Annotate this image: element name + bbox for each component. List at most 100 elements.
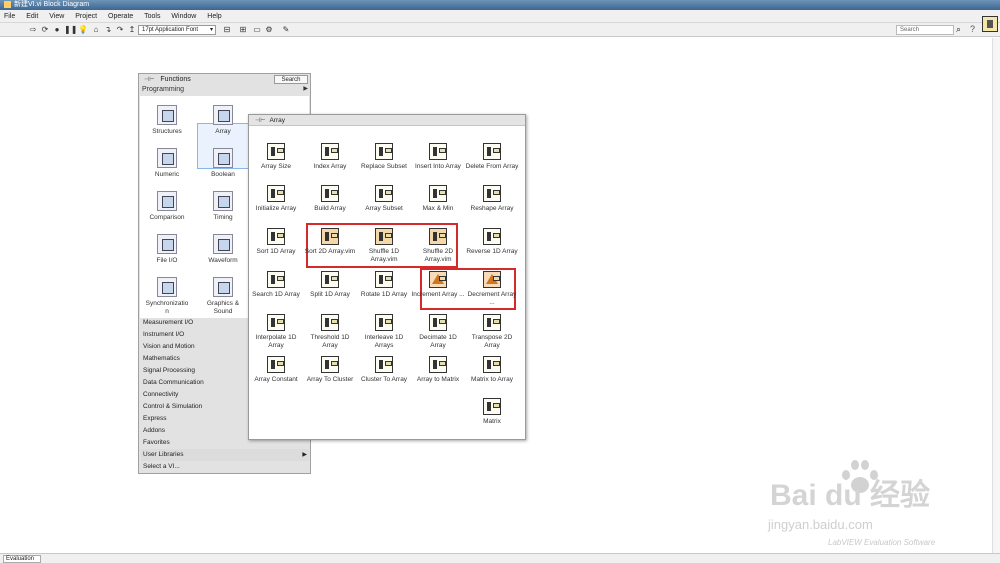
fn-insert-into-array[interactable]: Insert Into Array <box>411 143 465 171</box>
fn-array-constant[interactable]: Array Constant <box>249 356 303 384</box>
interleave-1d-arrays-icon <box>375 314 393 331</box>
menu-help[interactable]: Help <box>207 13 221 20</box>
fn-label: Transpose 2D Array <box>471 334 513 349</box>
palette-timing[interactable]: Timing <box>201 191 245 222</box>
fn-index-array[interactable]: Index Array <box>303 143 357 171</box>
menu-tools[interactable]: Tools <box>144 13 160 20</box>
palette-graphics-sound[interactable]: Graphics & Sound <box>201 277 245 316</box>
fn-threshold-1d-array[interactable]: Threshold 1D Array <box>303 314 357 350</box>
menu-operate[interactable]: Operate <box>108 13 133 20</box>
category-programming[interactable]: Programming ▶ <box>139 85 310 94</box>
resize-objects-icon[interactable]: ▭ <box>252 25 262 35</box>
fn-sort-2d-array[interactable]: Sort 2D Array.vim <box>303 228 357 256</box>
menu-edit[interactable]: Edit <box>26 13 38 20</box>
fn-interleave-1d-arrays[interactable]: Interleave 1D Arrays <box>357 314 411 350</box>
step-into-icon[interactable]: ↴ <box>103 25 113 35</box>
fn-decrement-array[interactable]: Decrement Array ... <box>465 271 519 307</box>
fn-matrix-to-array[interactable]: Matrix to Array <box>465 356 519 384</box>
evaluation-badge: Evaluation <box>3 555 41 563</box>
fn-shuffle-1d-array[interactable]: Shuffle 1D Array.vim <box>357 228 411 264</box>
fn-reverse-1d-array[interactable]: Reverse 1D Array <box>465 228 519 256</box>
fn-reshape-array[interactable]: Reshape Array <box>465 185 519 213</box>
distribute-objects-icon[interactable]: ⊞ <box>238 25 248 35</box>
palette-synchronization[interactable]: Synchronizatio n <box>145 277 189 316</box>
run-continuously-icon[interactable]: ⟳ <box>40 25 50 35</box>
clean-up-diagram-icon[interactable]: ✎ <box>281 25 291 35</box>
fn-label: Array Subset <box>365 205 403 212</box>
fn-increment-array[interactable]: Increment Array ... <box>411 271 465 299</box>
align-objects-icon[interactable]: ⊟ <box>222 25 232 35</box>
retain-wire-values-icon[interactable]: ⌂ <box>91 25 101 35</box>
fn-label: Matrix <box>483 418 501 425</box>
fn-interpolate-1d-array[interactable]: Interpolate 1D Array <box>249 314 303 350</box>
list-item[interactable]: User Libraries ▶ <box>141 449 309 461</box>
fn-delete-from-array[interactable]: Delete From Array <box>465 143 519 171</box>
array-subpalette-header[interactable]: ⊣⊢ Array <box>249 115 525 126</box>
vertical-scrollbar[interactable] <box>992 38 1000 553</box>
numeric-icon <box>157 148 177 168</box>
fn-replace-subset[interactable]: Replace Subset <box>357 143 411 171</box>
waveform-icon <box>213 234 233 254</box>
boolean-icon <box>213 148 233 168</box>
list-item-label: Select a VI... <box>143 463 180 470</box>
search-input[interactable]: Search <box>896 25 954 35</box>
shuffle-2d-array-icon <box>429 228 447 245</box>
fn-array-to-cluster[interactable]: Array To Cluster <box>303 356 357 384</box>
step-over-icon[interactable]: ↷ <box>115 25 125 35</box>
pin-icon[interactable]: ⊣⊢ <box>255 116 265 127</box>
menu-window[interactable]: Window <box>171 13 196 20</box>
list-item-label: Signal Processing <box>143 367 196 374</box>
palette-label: Synchronizatio n <box>145 300 189 315</box>
palette-structures[interactable]: Structures <box>145 105 189 136</box>
palette-numeric[interactable]: Numeric <box>145 148 189 179</box>
highlight-execution-icon[interactable]: 💡 <box>78 25 88 35</box>
functions-palette-header[interactable]: ⊣⊢ Functions Search <box>139 74 310 85</box>
vi-icon[interactable] <box>982 16 998 32</box>
fn-max-min[interactable]: Max & Min <box>411 185 465 213</box>
font-selector[interactable]: 17pt Application Font ▾ <box>138 25 216 35</box>
fn-label: Reverse 1D Array <box>466 248 518 255</box>
transpose-2d-array-icon <box>483 314 501 331</box>
array-size-icon <box>267 143 285 160</box>
comparison-icon <box>157 191 177 211</box>
run-arrow-icon[interactable]: ⇨ <box>28 25 38 35</box>
fn-label: Sort 1D Array <box>256 248 296 255</box>
fn-cluster-to-array[interactable]: Cluster To Array <box>357 356 411 384</box>
palette-boolean[interactable]: Boolean <box>201 148 245 179</box>
labview-app-icon <box>4 0 11 8</box>
palette-file-io[interactable]: File I/O <box>145 234 189 265</box>
help-icon[interactable]: ? <box>970 24 975 34</box>
palette-array[interactable]: Array <box>201 105 245 136</box>
fn-array-size[interactable]: Array Size <box>249 143 303 171</box>
palette-label: Boolean <box>211 171 235 178</box>
fn-label: Array to Matrix <box>416 376 460 383</box>
list-item[interactable]: Select a VI... <box>141 461 309 473</box>
menu-project[interactable]: Project <box>75 13 97 20</box>
reshape-array-icon <box>483 185 501 202</box>
fn-decimate-1d-array[interactable]: Decimate 1D Array <box>411 314 465 350</box>
menu-file[interactable]: File <box>4 13 15 20</box>
graphics-sound-icon <box>213 277 233 297</box>
status-bar: Evaluation <box>0 553 1000 563</box>
fn-rotate-1d-array[interactable]: Rotate 1D Array <box>357 271 411 299</box>
fn-array-subset[interactable]: Array Subset <box>357 185 411 213</box>
palette-waveform[interactable]: Waveform <box>201 234 245 265</box>
fn-initialize-array[interactable]: Initialize Array <box>249 185 303 213</box>
search-icon[interactable]: ⌕ <box>956 24 961 35</box>
step-out-icon[interactable]: ↥ <box>127 25 137 35</box>
fn-split-1d-array[interactable]: Split 1D Array <box>303 271 357 299</box>
menu-view[interactable]: View <box>49 13 64 20</box>
fn-build-array[interactable]: Build Array <box>303 185 357 213</box>
pause-icon[interactable]: ❚❚ <box>64 25 77 35</box>
fn-sort-1d-array[interactable]: Sort 1D Array <box>249 228 303 256</box>
palette-comparison[interactable]: Comparison <box>145 191 189 222</box>
fn-search-1d-array[interactable]: Search 1D Array <box>249 271 303 299</box>
reorder-icon[interactable]: ⚙ <box>264 25 274 35</box>
fn-transpose-2d-array[interactable]: Transpose 2D Array <box>465 314 519 350</box>
fn-array-to-matrix[interactable]: Array to Matrix <box>411 356 465 384</box>
fn-shuffle-2d-array[interactable]: Shuffle 2D Array.vim <box>411 228 465 264</box>
fn-matrix[interactable]: Matrix <box>465 398 519 426</box>
abort-icon[interactable]: ● <box>52 25 62 35</box>
max-min-icon <box>429 185 447 202</box>
palette-search-button[interactable]: Search <box>274 75 308 84</box>
